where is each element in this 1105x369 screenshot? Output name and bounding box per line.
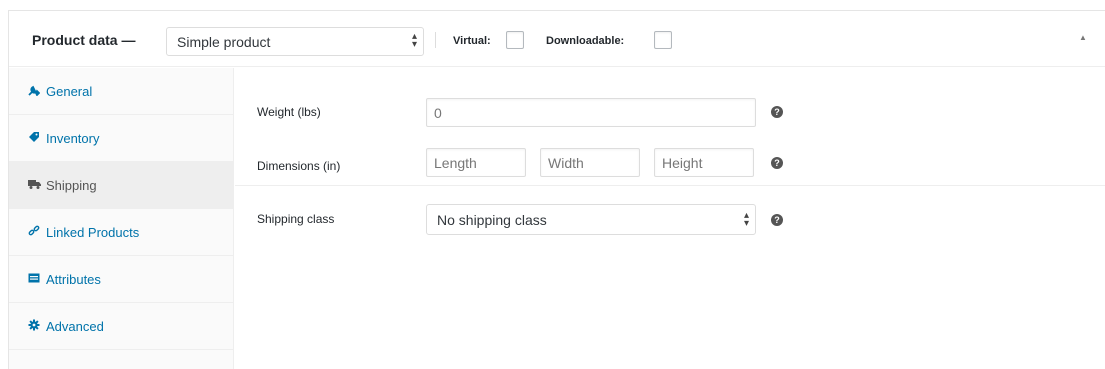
table-icon: [28, 272, 40, 284]
virtual-label: Virtual:: [453, 35, 491, 47]
shipping-panel: Weight (lbs) 0 ? Dimensions (in) Length …: [235, 68, 1105, 369]
weight-help-icon[interactable]: ?: [771, 106, 783, 118]
product-type-select[interactable]: Simple product ▴ ▾: [166, 27, 424, 56]
virtual-checkbox[interactable]: [506, 31, 524, 49]
link-icon: [28, 225, 40, 237]
dimensions-help-icon[interactable]: ?: [771, 157, 783, 169]
tab-inventory-label: Inventory: [46, 131, 100, 146]
product-data-panel: Product data — Simple product ▴ ▾ Virtual…: [8, 10, 1105, 369]
gear-icon: [28, 319, 40, 331]
length-input[interactable]: Length: [426, 148, 526, 177]
section-divider: [235, 185, 1105, 186]
product-data-tabs: General Inventory Shipping Linked Produc…: [9, 68, 234, 369]
select-arrows-icon: ▴ ▾: [411, 31, 417, 50]
collapse-arrow-icon[interactable]: ▲: [1079, 33, 1087, 42]
tab-shipping[interactable]: Shipping: [9, 162, 233, 209]
tag-icon: [28, 131, 40, 143]
height-input[interactable]: Height: [654, 148, 754, 177]
header-separator: [435, 32, 436, 48]
tab-general-label: General: [46, 84, 93, 99]
product-data-title: Product data —: [32, 32, 136, 48]
downloadable-checkbox[interactable]: [654, 31, 672, 49]
shipping-class-select[interactable]: No shipping class ▴ ▾: [426, 204, 756, 235]
downloadable-label: Downloadable:: [546, 35, 625, 47]
tab-attributes-label: Attributes: [46, 272, 101, 287]
tab-advanced[interactable]: Advanced: [9, 303, 233, 350]
wrench-icon: [28, 84, 41, 97]
shipping-class-value: No shipping class: [437, 212, 547, 228]
shipping-class-help-icon[interactable]: ?: [771, 214, 783, 226]
tab-linked-products-label: Linked Products: [46, 225, 140, 240]
weight-input[interactable]: 0: [426, 98, 756, 127]
dimensions-label: Dimensions (in): [257, 159, 341, 173]
tab-advanced-label: Advanced: [46, 319, 104, 334]
truck-icon: [28, 178, 41, 190]
tab-attributes[interactable]: Attributes: [9, 256, 233, 303]
tab-shipping-label: Shipping: [46, 178, 97, 193]
tab-inventory[interactable]: Inventory: [9, 115, 233, 162]
product-data-header: Product data — Simple product ▴ ▾ Virtual…: [9, 11, 1105, 67]
product-type-value: Simple product: [177, 34, 271, 50]
shipping-class-label: Shipping class: [257, 212, 335, 226]
tab-linked-products[interactable]: Linked Products: [9, 209, 233, 256]
width-input[interactable]: Width: [540, 148, 640, 177]
select-arrows-icon: ▴ ▾: [743, 210, 749, 229]
weight-label: Weight (lbs): [257, 105, 321, 119]
tab-general[interactable]: General: [9, 68, 233, 115]
